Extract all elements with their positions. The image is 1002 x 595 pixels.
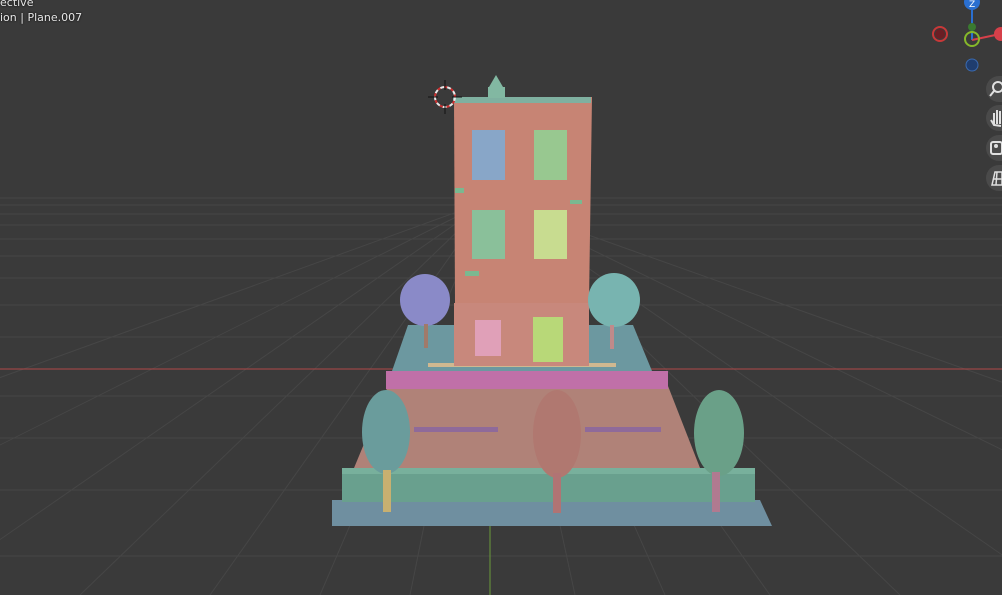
base-slab — [332, 500, 772, 526]
view-mode-label: ective — [0, 0, 34, 9]
tree-back-right — [588, 273, 640, 327]
gizmo-z-label: Z — [969, 0, 975, 10]
window-4 — [534, 210, 567, 259]
front-rail — [386, 371, 668, 389]
3d-viewport[interactable]: Z — [0, 0, 1002, 595]
building-ground-floor — [454, 303, 589, 366]
window-3 — [472, 210, 505, 259]
gizmo-neg-x-fill — [935, 29, 945, 39]
tree-front-center — [533, 390, 581, 478]
bench-right — [585, 427, 661, 432]
bench-left — [414, 427, 498, 432]
gizmo-neg-y-axis[interactable] — [968, 23, 976, 31]
tree-back-left — [400, 274, 450, 326]
window-1 — [472, 130, 505, 180]
ground-window — [475, 320, 501, 356]
brick-accent — [570, 200, 582, 204]
window-2 — [534, 130, 567, 180]
view-info-label: ion | Plane.007 — [0, 11, 83, 24]
front-door — [533, 317, 563, 362]
brick-accent — [465, 271, 479, 276]
tree-trunk — [610, 325, 614, 349]
tree-trunk — [424, 324, 428, 348]
gizmo-neg-z-axis[interactable] — [965, 58, 979, 72]
tree-trunk — [712, 472, 720, 512]
tree-front-right — [694, 390, 744, 476]
tree-trunk — [553, 473, 561, 513]
roof-trim — [453, 97, 591, 103]
tree-front-left — [362, 390, 410, 474]
tree-trunk — [383, 470, 391, 512]
roof-spire-base — [488, 87, 505, 98]
brick-accent — [455, 188, 464, 193]
